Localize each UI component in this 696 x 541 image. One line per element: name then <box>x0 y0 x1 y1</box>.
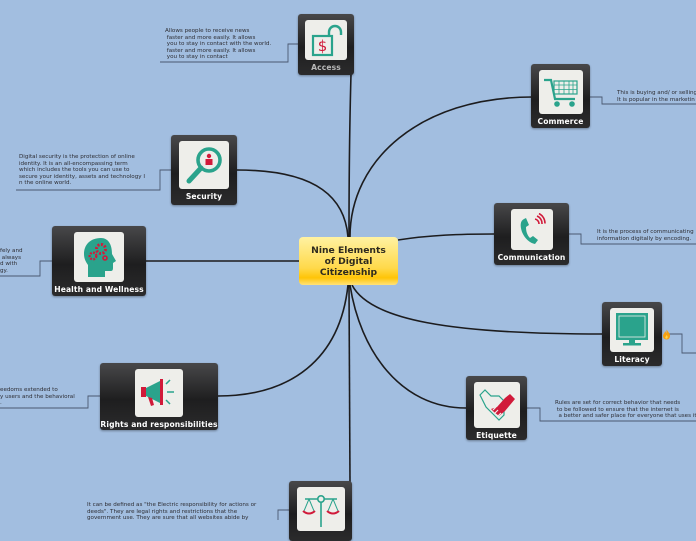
handshake-icon <box>473 382 520 428</box>
note-communication: It is the process of communicating infor… <box>597 229 694 242</box>
topic-rights[interactable]: Rights and responsibilities <box>100 363 218 430</box>
note-connector-literacy <box>668 333 696 354</box>
open-padlock-dollar-icon: $ <box>305 20 347 60</box>
magnifier-person-icon <box>179 141 229 189</box>
topic-label: Communication <box>497 253 566 262</box>
topic-security[interactable]: Security <box>171 135 237 205</box>
note-security: Digital security is the protection of on… <box>19 154 146 187</box>
link-security <box>236 169 349 238</box>
link-communication <box>397 233 495 241</box>
topic-commerce[interactable]: Commerce <box>531 64 590 128</box>
note-rights: eedoms extended to y users and the behav… <box>0 387 75 407</box>
note-health: fely and always d with gy. <box>0 248 23 274</box>
note-commerce: This is buying and/ or selling It is pop… <box>617 90 696 103</box>
link-literacy <box>351 284 603 335</box>
link-etiquette <box>349 284 467 409</box>
central-topic[interactable]: Nine Elements of Digital Citizenship <box>299 237 398 285</box>
topic-literacy[interactable]: Literacy <box>602 302 662 366</box>
topic-label: Rights and responsibilities <box>100 420 218 429</box>
ringing-phone-icon <box>510 209 553 250</box>
computer-monitor-icon <box>610 308 654 352</box>
note-access: Allows people to receive news faster and… <box>165 28 272 61</box>
flame-icon <box>663 329 671 340</box>
link-rights <box>217 284 349 397</box>
megaphone-icon <box>135 369 183 417</box>
scales-of-justice-icon <box>296 487 345 531</box>
topic-label: Access <box>311 63 341 72</box>
topic-label: Commerce <box>537 117 584 126</box>
topic-communication[interactable]: Communication <box>494 203 569 265</box>
topic-etiquette[interactable]: Etiquette <box>466 376 527 440</box>
shopping-cart-icon <box>538 70 583 114</box>
head-gears-icon <box>74 232 124 282</box>
topic-label: Literacy <box>614 355 650 364</box>
link-law <box>348 284 351 483</box>
note-etiquette: Rules are set for correct behavior that … <box>555 400 696 420</box>
topic-label: Security <box>185 192 223 201</box>
topic-access[interactable]: $ Access <box>298 14 354 75</box>
svg-text:$: $ <box>318 37 328 55</box>
topic-health[interactable]: Health and Wellness <box>52 226 146 296</box>
topic-label: Etiquette <box>476 431 517 440</box>
note-law: It can be defined as "the Electric respo… <box>87 502 257 522</box>
topic-law[interactable] <box>289 481 352 541</box>
topic-label: Health and Wellness <box>54 285 144 294</box>
link-access <box>348 73 352 238</box>
